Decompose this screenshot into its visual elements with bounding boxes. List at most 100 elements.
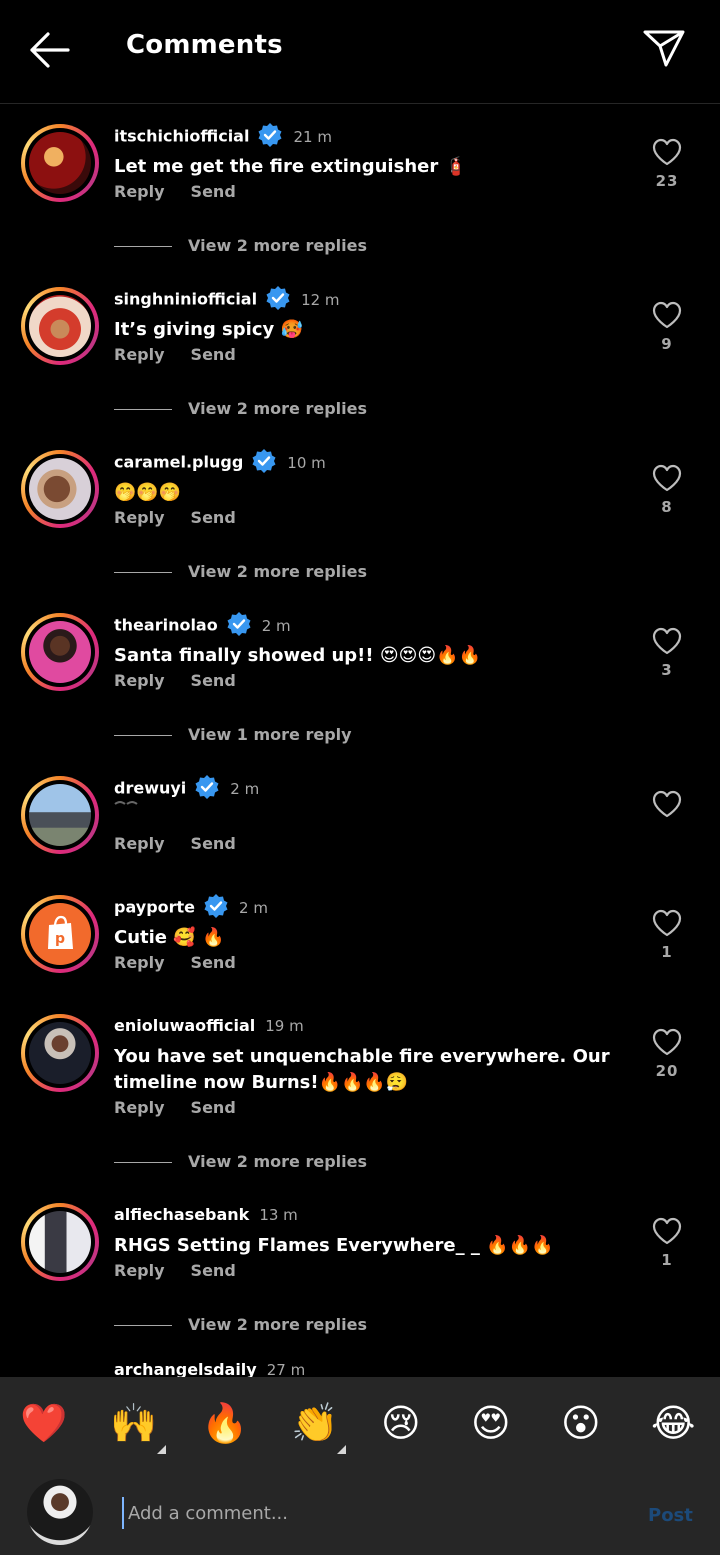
shopping-bag-icon: p — [48, 915, 73, 949]
verified-badge-icon — [204, 894, 228, 918]
comment-time: 10 m — [287, 453, 326, 472]
comment-username[interactable]: singhniniofficial — [114, 290, 257, 309]
verified-badge-icon — [195, 775, 219, 799]
like-count: 23 — [655, 172, 679, 190]
divider — [114, 409, 172, 410]
comment-username[interactable]: drewuyi — [114, 779, 186, 798]
view-replies-link[interactable]: View 2 more replies — [114, 1315, 367, 1334]
reply-button[interactable]: Reply — [114, 953, 165, 972]
skin-tone-indicator-icon — [337, 1445, 346, 1454]
emoji-surprised-face[interactable]: 😮 — [561, 1399, 601, 1447]
send-button[interactable]: Send — [191, 834, 236, 853]
verified-badge-icon — [266, 286, 290, 310]
reply-button[interactable]: Reply — [114, 834, 165, 853]
heart-outline-icon[interactable] — [652, 909, 682, 937]
comment-text: Let me get the fire extinguisher 🧯 — [114, 156, 467, 177]
svg-text:p: p — [55, 931, 65, 947]
skin-tone-indicator-icon — [157, 1445, 166, 1454]
avatar — [27, 1479, 93, 1545]
send-button[interactable]: Send — [191, 508, 236, 527]
send-button[interactable]: Send — [191, 671, 236, 690]
heart-outline-icon[interactable] — [652, 1028, 682, 1056]
comment-time: 12 m — [301, 290, 340, 309]
reply-button[interactable]: Reply — [114, 182, 165, 201]
comment-text: Cutie 🥰 🔥 — [114, 927, 225, 948]
emoji-raised-hands[interactable]: 🙌 — [110, 1399, 157, 1447]
verified-badge-icon — [227, 612, 251, 636]
comment-input[interactable] — [122, 1497, 610, 1529]
comment-time: 2 m — [239, 898, 268, 917]
divider — [114, 1325, 172, 1326]
send-button[interactable]: Send — [191, 345, 236, 364]
heart-outline-icon[interactable] — [652, 790, 682, 818]
reply-button[interactable]: Reply — [114, 508, 165, 527]
emoji-reaction-bar: ❤️ 🙌 🔥 👏 😢 😍 😮 😂 — [0, 1377, 720, 1471]
divider — [114, 572, 172, 573]
view-replies-link[interactable]: View 2 more replies — [114, 562, 367, 581]
comment-text: RHGS Setting Flames Everywhere_ _ 🔥🔥🔥 — [114, 1235, 554, 1256]
emoji-red-heart[interactable]: ❤️ — [20, 1399, 67, 1447]
comment-time: 21 m — [293, 127, 332, 146]
emoji-tears-of-joy[interactable]: 😂 — [651, 1399, 695, 1447]
comment-text: Santa finally showed up!! 😍😍😍🔥🔥 — [114, 645, 481, 666]
reply-button[interactable]: Reply — [114, 671, 165, 690]
like-count: 8 — [661, 498, 673, 516]
avatar[interactable] — [21, 776, 99, 854]
avatar[interactable] — [21, 1014, 99, 1092]
send-button[interactable]: Send — [191, 182, 236, 201]
arrow-left-icon[interactable] — [28, 30, 70, 70]
comment-username[interactable]: enioluwaofficial — [114, 1016, 255, 1035]
verified-badge-icon — [252, 449, 276, 473]
comment-text: You have set unquenchable fire everywher… — [114, 1046, 610, 1093]
verified-badge-icon — [258, 123, 282, 147]
divider — [114, 1162, 172, 1163]
sunglasses-emoji-icon — [114, 801, 138, 805]
view-replies-link[interactable]: View 2 more replies — [114, 236, 367, 255]
comment-composer: Post — [0, 1471, 720, 1555]
heart-outline-icon[interactable] — [652, 301, 682, 329]
paper-plane-icon[interactable] — [642, 28, 686, 68]
avatar[interactable] — [21, 1203, 99, 1281]
avatar[interactable] — [21, 450, 99, 528]
emoji-heart-eyes[interactable]: 😍 — [471, 1399, 511, 1447]
reply-button[interactable]: Reply — [114, 345, 165, 364]
comment-username[interactable]: itschichiofficial — [114, 127, 249, 146]
like-count: 9 — [661, 335, 673, 353]
reply-button[interactable]: Reply — [114, 1098, 165, 1117]
post-button[interactable]: Post — [648, 1505, 693, 1526]
like-count: 1 — [661, 1251, 673, 1269]
send-button[interactable]: Send — [191, 1098, 236, 1117]
heart-outline-icon[interactable] — [652, 627, 682, 655]
divider — [114, 735, 172, 736]
emoji-clapping-hands[interactable]: 👏 — [291, 1399, 338, 1447]
emoji-fire[interactable]: 🔥 — [201, 1399, 248, 1447]
comment-text: It’s giving spicy 🥵 — [114, 319, 303, 340]
like-count: 3 — [661, 661, 673, 679]
comment-time: 2 m — [230, 779, 260, 798]
heart-outline-icon[interactable] — [652, 464, 682, 492]
divider — [114, 246, 172, 247]
avatar[interactable] — [21, 287, 99, 365]
comment-time: 19 m — [265, 1017, 304, 1035]
heart-outline-icon[interactable] — [652, 1217, 682, 1245]
reply-button[interactable]: Reply — [114, 1261, 165, 1280]
comment-username[interactable]: caramel.plugg — [114, 453, 243, 472]
like-count: 20 — [655, 1062, 679, 1080]
avatar[interactable] — [21, 613, 99, 691]
view-replies-link[interactable]: View 2 more replies — [114, 1152, 367, 1171]
like-count: 1 — [661, 943, 673, 961]
view-replies-link[interactable]: View 1 more reply — [114, 725, 352, 744]
comment-username[interactable]: thearinolao — [114, 616, 218, 635]
avatar[interactable] — [21, 124, 99, 202]
comment-username[interactable]: alfiechasebank — [114, 1205, 249, 1224]
emoji-crying-face[interactable]: 😢 — [381, 1399, 421, 1447]
heart-outline-icon[interactable] — [652, 138, 682, 166]
view-replies-link[interactable]: View 2 more replies — [114, 399, 367, 418]
avatar[interactable]: p — [21, 895, 99, 973]
comment-text: 🤭🤭🤭 — [114, 482, 182, 503]
comment-username[interactable]: payporte — [114, 898, 195, 917]
top-bar: Comments — [0, 0, 720, 104]
comment-time: 2 m — [261, 616, 291, 635]
send-button[interactable]: Send — [191, 1261, 236, 1280]
send-button[interactable]: Send — [191, 953, 236, 972]
